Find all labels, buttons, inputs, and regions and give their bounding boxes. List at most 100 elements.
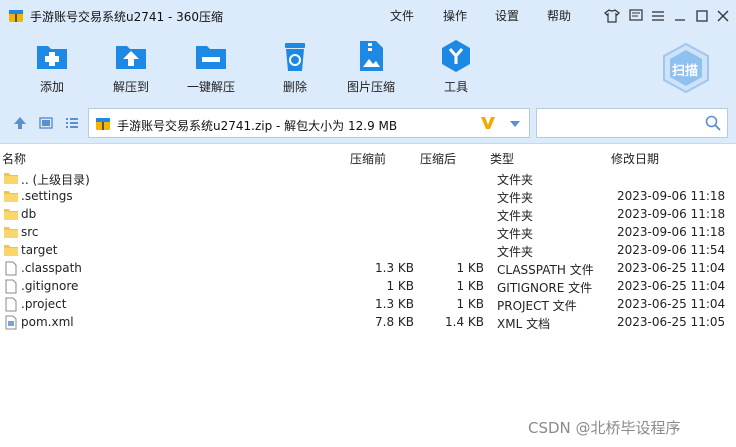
file-type: 文件夹 — [497, 173, 534, 187]
menu-list-icon[interactable] — [648, 6, 668, 26]
column-type[interactable]: 类型 — [490, 150, 514, 167]
file-row[interactable]: .gitignore 1 KB 1 KB GITIGNORE 文件 2023-0… — [0, 278, 736, 296]
file-name: pom.xml — [21, 315, 74, 329]
file-size-before: 1 KB — [386, 279, 414, 293]
zip-archive-icon — [96, 118, 110, 130]
close-icon[interactable] — [713, 6, 733, 26]
file-size-before: 1.3 KB — [375, 261, 414, 275]
file-name: db — [21, 207, 37, 221]
file-name: .. (上级目录) — [21, 173, 90, 187]
file-name: .classpath — [21, 261, 82, 275]
menu-file[interactable]: 文件 — [390, 7, 414, 24]
file-type: 文件夹 — [497, 245, 534, 259]
file-icon — [5, 279, 17, 294]
file-modified: 2023-06-25 11:04 — [617, 279, 726, 293]
toolbar: 添加 解压到 一键解压 删除 图片压缩 工具 扫描 — [0, 32, 736, 102]
search-box[interactable] — [536, 108, 728, 138]
file-size-after: 1.4 KB — [445, 315, 484, 329]
file-type: PROJECT 文件 — [497, 299, 577, 313]
file-modified: 2023-06-25 11:04 — [617, 297, 726, 311]
folder-icon — [4, 227, 18, 238]
tools-icon — [442, 40, 470, 72]
app-logo-icon — [9, 10, 23, 22]
xml-file-icon — [5, 315, 17, 330]
list-view-icon[interactable] — [64, 115, 80, 131]
menu-action[interactable]: 操作 — [443, 7, 467, 24]
delete-label: 删除 — [282, 80, 307, 94]
image-compress-label: 图片压缩 — [347, 80, 396, 94]
one-click-extract-icon — [196, 46, 226, 69]
scan-button[interactable]: 扫描 — [660, 42, 712, 94]
search-icon[interactable] — [705, 115, 721, 131]
file-row[interactable]: src 文件夹 2023-09-06 11:18 — [0, 224, 736, 242]
file-size-after: 1 KB — [456, 297, 484, 311]
column-name[interactable]: 名称 — [2, 150, 26, 167]
archive-window: 手游账号交易系统u2741 - 360压缩 文件 操作 设置 帮助 添加 解压到… — [0, 0, 736, 447]
file-row[interactable]: .settings 文件夹 2023-09-06 11:18 — [0, 188, 736, 206]
delete-button[interactable]: 删除 — [277, 38, 313, 95]
add-icon — [37, 46, 67, 69]
file-size-before: 7.8 KB — [375, 315, 414, 329]
scan-label: 扫描 — [672, 64, 699, 79]
up-arrow-icon[interactable] — [12, 115, 28, 131]
extract-to-button[interactable]: 解压到 — [113, 38, 149, 95]
recycle-bin-icon — [285, 43, 305, 71]
thumbnail-view-icon[interactable] — [38, 115, 54, 131]
file-row[interactable]: .project 1.3 KB 1 KB PROJECT 文件 2023-06-… — [0, 296, 736, 314]
file-type: CLASSPATH 文件 — [497, 263, 594, 277]
window-title: 手游账号交易系统u2741 - 360压缩 — [30, 10, 224, 24]
add-label: 添加 — [39, 80, 64, 94]
menu-help[interactable]: 帮助 — [547, 7, 571, 24]
folder-icon — [4, 173, 18, 184]
file-icon — [5, 297, 17, 312]
file-type: XML 文档 — [497, 317, 551, 331]
tools-button[interactable]: 工具 — [438, 38, 474, 95]
file-row-parent[interactable]: .. (上级目录) 文件夹 — [0, 170, 736, 188]
add-button[interactable]: 添加 — [34, 38, 70, 95]
file-row[interactable]: .classpath 1.3 KB 1 KB CLASSPATH 文件 2023… — [0, 260, 736, 278]
file-type: 文件夹 — [497, 227, 534, 241]
menu-settings[interactable]: 设置 — [495, 7, 519, 24]
search-input[interactable] — [541, 113, 701, 133]
file-modified: 2023-09-06 11:18 — [617, 207, 726, 221]
column-size-after[interactable]: 压缩后 — [420, 150, 456, 167]
file-row[interactable]: db 文件夹 2023-09-06 11:18 — [0, 206, 736, 224]
one-click-extract-button[interactable]: 一键解压 — [187, 38, 235, 95]
chevron-down-icon[interactable] — [509, 120, 521, 128]
extract-to-label: 解压到 — [113, 80, 150, 94]
address-path-box[interactable]: 手游账号交易系统u2741.zip - 解包大小为 12.9 MB — [88, 108, 530, 138]
file-name: .project — [21, 297, 67, 311]
image-compress-button[interactable]: 图片压缩 — [347, 38, 395, 95]
file-name: src — [21, 225, 39, 239]
folder-icon — [4, 191, 18, 202]
feedback-icon[interactable] — [626, 6, 646, 26]
tools-label: 工具 — [443, 80, 468, 94]
maximize-icon[interactable] — [692, 6, 712, 26]
file-modified: 2023-06-25 11:05 — [617, 315, 726, 329]
file-size-before: 1.3 KB — [375, 297, 414, 311]
file-list-header: 名称 压缩前 压缩后 类型 修改日期 — [0, 145, 736, 169]
column-modified[interactable]: 修改日期 — [611, 150, 659, 167]
folder-icon — [4, 245, 18, 256]
verified-v-icon[interactable] — [479, 114, 497, 132]
address-bar-row: 手游账号交易系统u2741.zip - 解包大小为 12.9 MB — [0, 102, 736, 144]
file-row[interactable]: pom.xml 7.8 KB 1.4 KB XML 文档 2023-06-25 … — [0, 314, 736, 332]
skin-shirt-icon[interactable] — [602, 6, 622, 26]
file-name: target — [21, 243, 58, 257]
title-bar: 手游账号交易系统u2741 - 360压缩 文件 操作 设置 帮助 — [0, 0, 736, 32]
file-modified: 2023-06-25 11:04 — [617, 261, 726, 275]
extract-to-icon — [116, 46, 146, 69]
address-path-text: 手游账号交易系统u2741.zip - 解包大小为 12.9 MB — [117, 119, 398, 133]
minimize-icon[interactable] — [670, 6, 690, 26]
file-type: 文件夹 — [497, 191, 534, 205]
one-click-extract-label: 一键解压 — [187, 80, 236, 94]
file-modified: 2023-09-06 11:18 — [617, 225, 726, 239]
column-size-before[interactable]: 压缩前 — [350, 150, 386, 167]
file-type: 文件夹 — [497, 209, 534, 223]
file-row[interactable]: target 文件夹 2023-09-06 11:54 — [0, 242, 736, 260]
file-name: .gitignore — [21, 279, 79, 293]
file-type: GITIGNORE 文件 — [497, 281, 593, 295]
file-name: .settings — [21, 189, 73, 203]
file-size-after: 1 KB — [456, 279, 484, 293]
file-icon — [5, 261, 17, 276]
